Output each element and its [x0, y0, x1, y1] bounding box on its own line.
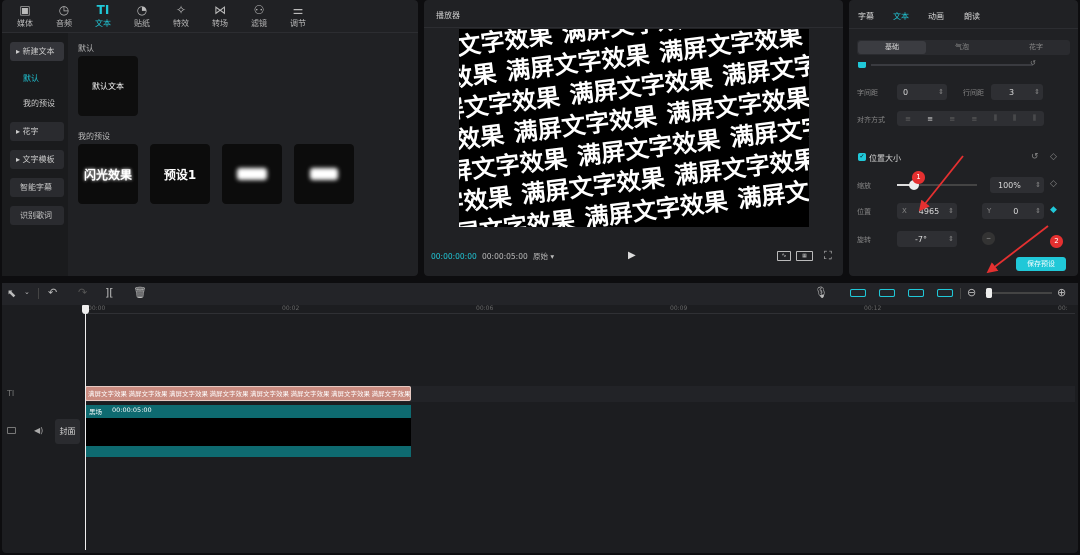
delete-icon[interactable]: 🗑	[133, 286, 147, 299]
split-icon[interactable]: ][	[105, 286, 114, 299]
toolbar-separator	[960, 288, 961, 299]
ruler-baseline	[85, 313, 1075, 314]
undo-icon[interactable]: ↶	[48, 286, 57, 299]
ruler-tick-label: 00:02	[282, 305, 300, 312]
text-clip-segment: 满屏文字效果	[290, 390, 330, 398]
preview-axis-icon[interactable]	[937, 289, 953, 297]
ruler-tick-label: 00:00	[88, 305, 106, 312]
text-track-icon: TI	[7, 389, 15, 398]
microphone-icon[interactable]: 🎙	[814, 286, 828, 299]
annotation-arrow-2	[986, 225, 1049, 274]
toolbar-separator	[38, 288, 39, 299]
text-clip-segment: 满屏文字效果	[88, 390, 127, 398]
zoom-slider-track	[985, 292, 1052, 294]
link-track-icon[interactable]	[850, 289, 866, 297]
annotation-badge-2: 2	[1050, 235, 1063, 248]
text-clip-segment: 满屏文字效果	[169, 390, 208, 398]
zoom-slider-handle[interactable]	[986, 288, 992, 298]
snap-icon[interactable]	[879, 289, 895, 297]
annotation-arrow-1	[918, 155, 964, 212]
text-clip-segment: 满屏文字效果	[331, 390, 370, 398]
select-tool-icon[interactable]: ⬉	[7, 287, 16, 300]
zoom-out-icon[interactable]: ⊖	[967, 286, 976, 299]
ruler-tick-label: 00:	[1058, 305, 1068, 312]
zoom-in-icon[interactable]: ⊕	[1057, 286, 1066, 299]
chevron-down-icon[interactable]: ⌄	[24, 288, 30, 296]
text-clip-segment: 满屏文字效果	[209, 390, 249, 398]
ruler-tick-label: 00:09	[670, 305, 688, 312]
lock-icon[interactable]	[7, 427, 16, 434]
linkage-icon[interactable]	[908, 289, 924, 297]
video-clip[interactable]: 黑场 00:00:05:00	[85, 405, 411, 457]
annotation-badge-1: 1	[912, 171, 925, 184]
text-clip-segment: 满屏文字效果	[371, 390, 411, 398]
playhead-handle[interactable]	[82, 305, 89, 314]
ruler-tick-label: 00:06	[476, 305, 494, 312]
ruler-tick-label: 00:12	[864, 305, 882, 312]
text-clip[interactable]: 满屏文字效果 满屏文字效果 满屏文字效果 满屏文字效果 满屏文字效果 满屏文字效果 满屏文字…	[85, 386, 411, 401]
cover-button[interactable]: 封面	[55, 419, 80, 444]
text-clip-segment: 满屏文字效果	[250, 390, 289, 398]
video-clip-duration: 00:00:05:00	[112, 406, 152, 414]
text-clip-segment: 满屏文字效果	[128, 390, 168, 398]
video-clip-name: 黑场	[89, 408, 102, 416]
mute-icon[interactable]: ◀)	[34, 426, 43, 435]
redo-icon: ↷	[78, 286, 88, 299]
playhead-line	[85, 310, 86, 550]
